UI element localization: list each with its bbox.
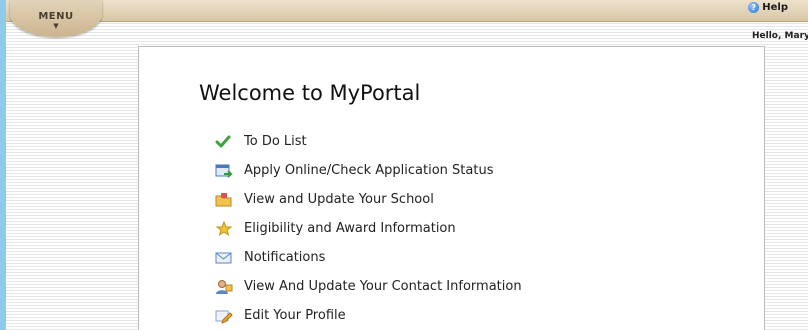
help-label: Help <box>762 2 788 13</box>
application-icon <box>215 163 233 179</box>
help-link[interactable]: ? Help <box>748 2 788 13</box>
menu-item-label: View And Update Your Contact Information <box>244 279 522 294</box>
menu-item-view-update-school[interactable]: View and Update Your School <box>215 185 522 214</box>
menu-item-edit-profile[interactable]: Edit Your Profile <box>215 301 522 330</box>
chevron-down-icon: ▼ <box>53 22 59 30</box>
menu-item-label: View and Update Your School <box>244 192 434 207</box>
award-icon <box>215 220 233 237</box>
contact-icon <box>215 279 233 295</box>
app-window: ? Help MENU ▼ Hello, Mary Welcome to MyP… <box>6 0 808 330</box>
menu-item-apply-online[interactable]: Apply Online/Check Application Status <box>215 156 522 185</box>
menu-item-contact-information[interactable]: View And Update Your Contact Information <box>215 272 522 301</box>
menu-item-notifications[interactable]: Notifications <box>215 243 522 272</box>
menu-label: MENU <box>38 11 74 22</box>
checkmark-icon <box>215 134 233 150</box>
user-greeting: Hello, Mary <box>752 31 808 41</box>
portal-menu-list: To Do List Apply Online/Check Applicatio… <box>215 127 522 330</box>
menu-item-label: Eligibility and Award Information <box>244 221 456 236</box>
page-title: Welcome to MyPortal <box>199 81 421 105</box>
top-bar: ? Help <box>6 0 808 22</box>
menu-item-eligibility-award[interactable]: Eligibility and Award Information <box>215 214 522 243</box>
help-icon: ? <box>748 2 760 13</box>
edit-profile-icon <box>215 308 233 324</box>
menu-item-label: To Do List <box>244 134 307 149</box>
menu-item-label: Notifications <box>244 250 326 265</box>
menu-item-to-do-list[interactable]: To Do List <box>215 127 522 156</box>
menu-button[interactable]: MENU ▼ <box>10 0 102 37</box>
school-folder-icon <box>215 192 233 208</box>
envelope-icon <box>215 250 233 266</box>
menu-item-label: Apply Online/Check Application Status <box>244 163 494 178</box>
menu-item-label: Edit Your Profile <box>244 308 346 323</box>
welcome-panel: Welcome to MyPortal To Do List Apply Onl… <box>138 46 765 330</box>
